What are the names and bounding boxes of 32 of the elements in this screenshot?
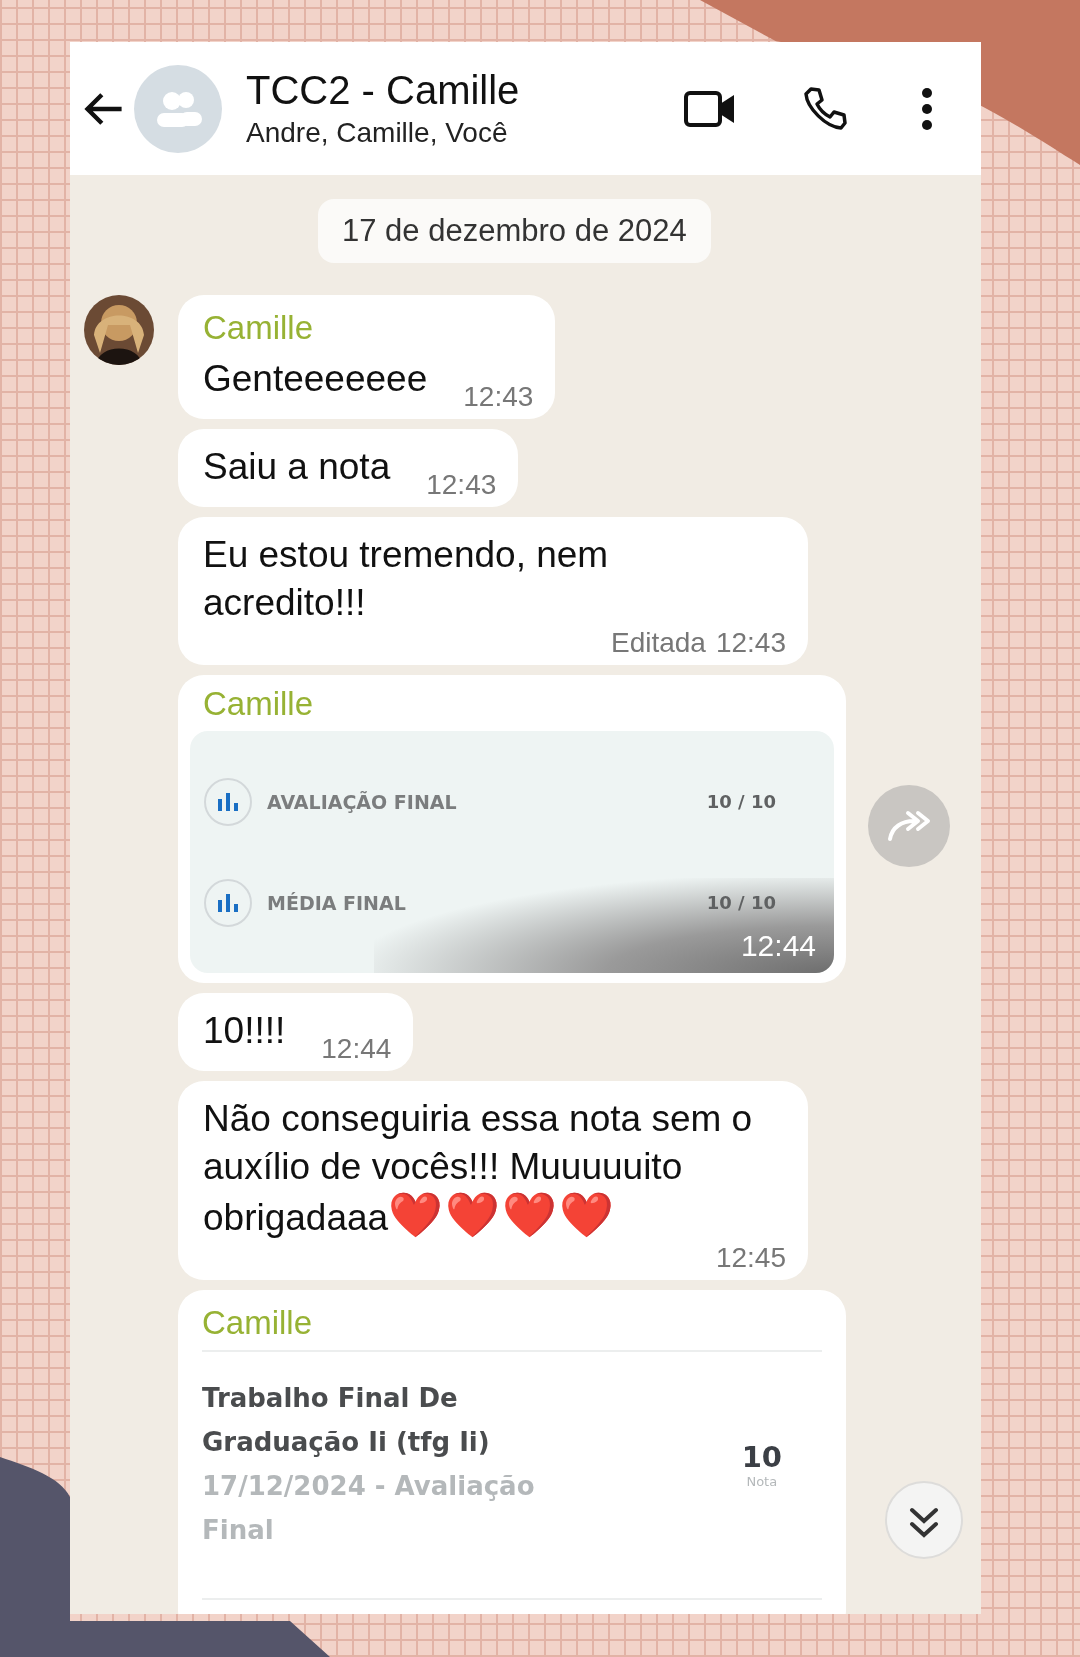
bar-chart-icon xyxy=(203,776,253,827)
chat-title: TCC2 - Camille xyxy=(246,68,521,113)
message-time: 12:44 xyxy=(321,1033,392,1065)
course-title: Trabalho Final De Graduação Ii (tfg Ii) xyxy=(202,1382,491,1459)
bar-chart-icon xyxy=(203,877,253,928)
message-time: 12:43 xyxy=(715,627,786,659)
chat-members: Andre, Camille, Você xyxy=(246,117,509,149)
message-text: Genteeeeeee xyxy=(203,357,428,401)
grade-value: 10 xyxy=(741,1439,782,1474)
grade-label: Nota xyxy=(745,1473,779,1489)
phone-call-icon[interactable] xyxy=(801,84,849,133)
sender-name: Camille xyxy=(202,1304,314,1342)
message-time: 12:43 xyxy=(426,469,497,501)
grade-score: 10 / 10 xyxy=(706,892,776,913)
edited-label: Editada xyxy=(610,627,706,659)
grade-score: 10 / 10 xyxy=(706,791,776,812)
grade-label: AVALIAÇÃO FINAL xyxy=(267,790,458,813)
sender-name: Camille xyxy=(203,309,315,347)
message-time: 12:45 xyxy=(715,1242,786,1274)
message-text: Não conseguiria essa nota sem o auxílio de vocês!!! Muuuuuito obrigadaaa❤❤❤❤ xyxy=(203,1097,754,1242)
message-text: Eu estou tremendo, nem acredito!!! xyxy=(203,533,610,625)
grade-label: MÉDIA FINAL xyxy=(267,891,407,914)
message-time: 12:44 xyxy=(740,929,816,963)
message-text: Saiu a nota xyxy=(203,445,391,489)
video-call-icon[interactable] xyxy=(683,88,737,129)
sender-name: Camille xyxy=(203,685,315,723)
more-options-icon[interactable] xyxy=(921,86,933,131)
message-text: 10!!!! xyxy=(203,1009,286,1053)
course-subtitle: 17/12/2024 - Avaliação Final xyxy=(202,1470,536,1547)
scroll-down-button[interactable] xyxy=(884,1480,964,1560)
date-chip: 17 de dezembro de 2024 xyxy=(318,199,711,263)
message-time: 12:43 xyxy=(463,381,534,413)
